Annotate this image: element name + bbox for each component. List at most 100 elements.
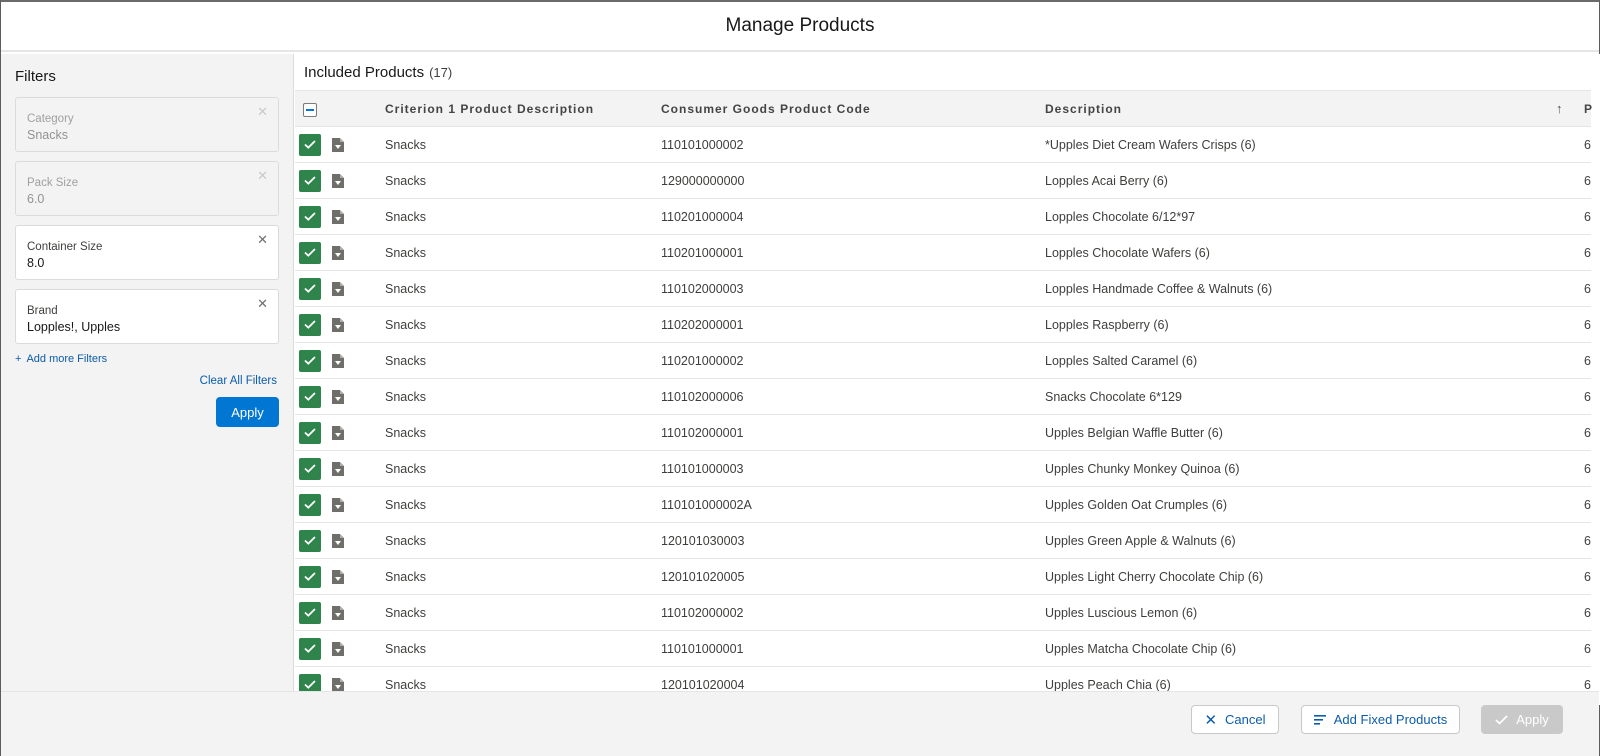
document-filter-icon[interactable]	[331, 497, 345, 513]
check-icon	[304, 572, 316, 581]
sort-ascending-icon[interactable]: ↑	[1556, 101, 1564, 116]
document-filter-icon[interactable]	[331, 353, 345, 369]
product-code-cell: 110101000002A	[661, 486, 1045, 523]
p-cell: 6	[1576, 342, 1591, 379]
apply-filters-button[interactable]: Apply	[216, 397, 279, 427]
row-checkbox[interactable]	[299, 385, 321, 408]
row-checkbox[interactable]	[299, 529, 321, 552]
remove-filter-icon[interactable]: ✕	[257, 232, 268, 248]
column-header-criterion[interactable]: Criterion 1 Product Description	[355, 90, 661, 127]
criterion-cell: Snacks	[355, 234, 661, 271]
row-checkbox[interactable]	[299, 205, 321, 228]
row-select-cell	[295, 450, 325, 487]
remove-filter-icon[interactable]: ✕	[257, 104, 268, 120]
row-checkbox[interactable]	[299, 457, 321, 480]
remove-filter-icon[interactable]: ✕	[257, 168, 268, 184]
row-checkbox[interactable]	[299, 601, 321, 624]
apply-button[interactable]: Apply	[1481, 705, 1563, 734]
filter-card[interactable]: Category Snacks ✕	[15, 97, 279, 152]
row-checkbox[interactable]	[299, 133, 321, 156]
criterion-cell: Snacks	[355, 306, 661, 343]
check-icon	[304, 392, 316, 401]
document-filter-icon[interactable]	[331, 173, 345, 189]
table-row: Snacks 110102000003 Lopples Handmade Coffe…	[295, 270, 1591, 307]
description-cell: Lopples Handmade Coffee & Walnuts (6)	[1045, 270, 1556, 307]
description-cell: Snacks Chocolate 6*129	[1045, 378, 1556, 415]
product-code-cell: 110101000003	[661, 450, 1045, 487]
row-checkbox[interactable]	[299, 421, 321, 444]
row-select-cell	[295, 198, 325, 235]
select-all-checkbox[interactable]	[303, 103, 317, 117]
spacer-cell	[1556, 306, 1576, 343]
document-filter-icon[interactable]	[331, 209, 345, 225]
check-icon	[304, 176, 316, 185]
included-products-header: Included Products (17)	[295, 54, 1600, 90]
document-filter-icon[interactable]	[331, 605, 345, 621]
document-filter-icon[interactable]	[331, 281, 345, 297]
document-filter-icon[interactable]	[331, 461, 345, 477]
spacer-cell	[1556, 270, 1576, 307]
criterion-cell: Snacks	[355, 450, 661, 487]
sort-column-header[interactable]: ↑	[1556, 90, 1576, 127]
p-cell: 6	[1576, 306, 1591, 343]
column-header-description[interactable]: Description	[1045, 90, 1556, 127]
criterion-cell: Snacks	[355, 342, 661, 379]
document-filter-icon[interactable]	[331, 137, 345, 153]
description-cell: Lopples Acai Berry (6)	[1045, 162, 1556, 199]
column-header-product-code[interactable]: Consumer Goods Product Code	[661, 90, 1045, 127]
document-filter-icon[interactable]	[331, 641, 345, 657]
remove-filter-icon[interactable]: ✕	[257, 296, 268, 312]
add-more-filters-label: Add more Filters	[26, 353, 108, 365]
add-more-filters-link[interactable]: + Add more Filters	[15, 353, 279, 365]
check-icon	[304, 536, 316, 545]
column-header-p[interactable]: P	[1576, 90, 1592, 127]
p-cell: 6	[1576, 378, 1591, 415]
filter-card[interactable]: Pack Size 6.0 ✕	[15, 161, 279, 216]
row-checkbox[interactable]	[299, 241, 321, 264]
spacer-cell	[1556, 342, 1576, 379]
row-icon-cell	[325, 234, 355, 271]
row-checkbox[interactable]	[299, 565, 321, 588]
spacer-cell	[1556, 522, 1576, 559]
criterion-cell: Snacks	[355, 126, 661, 163]
row-checkbox[interactable]	[299, 349, 321, 372]
apply-label: Apply	[1516, 712, 1549, 727]
document-filter-icon[interactable]	[331, 317, 345, 333]
filter-card[interactable]: Brand Lopples!, Upples ✕	[15, 289, 279, 344]
filters-sidebar: Filters Category Snacks ✕ Pack Size 6.0 ✕ Cont…	[1, 54, 294, 705]
row-icon-cell	[325, 522, 355, 559]
product-code-cell: 110102000003	[661, 270, 1045, 307]
filter-label: Pack Size	[27, 177, 79, 189]
add-fixed-products-button[interactable]: Add Fixed Products	[1301, 705, 1460, 734]
clear-all-filters-link[interactable]: Clear All Filters	[15, 375, 279, 387]
document-filter-icon[interactable]	[331, 425, 345, 441]
criterion-cell: Snacks	[355, 270, 661, 307]
modal-title: Manage Products	[725, 15, 875, 36]
row-checkbox[interactable]	[299, 313, 321, 336]
check-icon	[304, 284, 316, 293]
filter-card[interactable]: Container Size 8.0 ✕	[15, 225, 279, 280]
row-checkbox[interactable]	[299, 493, 321, 516]
p-cell: 6	[1576, 198, 1591, 235]
document-filter-icon[interactable]	[331, 389, 345, 405]
document-filter-icon[interactable]	[331, 245, 345, 261]
description-cell: *Upples Diet Cream Wafers Crisps (6)	[1045, 126, 1556, 163]
cancel-button[interactable]: ✕ Cancel	[1191, 705, 1279, 734]
check-icon	[304, 140, 316, 149]
document-filter-icon[interactable]	[331, 533, 345, 549]
spacer-cell	[1556, 126, 1576, 163]
select-all-header	[295, 90, 325, 127]
close-icon: ✕	[1204, 711, 1218, 729]
product-code-cell: 110102000002	[661, 594, 1045, 631]
row-checkbox[interactable]	[299, 637, 321, 660]
criterion-cell: Snacks	[355, 558, 661, 595]
p-cell: 6	[1576, 450, 1591, 487]
criterion-cell: Snacks	[355, 522, 661, 559]
description-cell: Upples Chunky Monkey Quinoa (6)	[1045, 450, 1556, 487]
row-checkbox[interactable]	[299, 169, 321, 192]
table-row: Snacks 110101000002A Upples Golden Oat Cru…	[295, 486, 1591, 523]
table-row: Snacks 110102000006 Snacks Chocolate 6*129…	[295, 378, 1591, 415]
row-checkbox[interactable]	[299, 277, 321, 300]
row-icon-cell	[325, 630, 355, 667]
document-filter-icon[interactable]	[331, 569, 345, 585]
